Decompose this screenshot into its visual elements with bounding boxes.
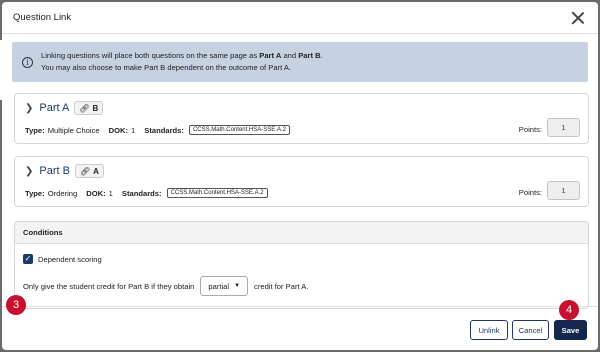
part-a-meta: Type: Multiple Choice DOK: 1 Standards: … (25, 125, 290, 135)
dok-value: 1 (108, 188, 113, 198)
points-label: Points: (518, 125, 542, 134)
standards-label: Standards: (144, 125, 184, 135)
type-value: Ordering (47, 188, 78, 198)
info-and: and (281, 51, 299, 60)
info-line-1: Linking questions will place both questi… (41, 50, 323, 62)
credit-select[interactable]: partial ▼ (200, 276, 249, 296)
question-link-modal: Question Link i Linking questions will p… (2, 2, 598, 350)
credit-sentence-post: credit for Part A. (254, 281, 309, 291)
step-4-badge: 4 (559, 300, 579, 320)
standard-chip: CCSS.Math.Content.HSA-SSE.A.2 (188, 125, 290, 135)
step-3-badge: 3 (6, 295, 26, 315)
dok-label: DOK: (86, 188, 106, 198)
standards-label: Standards: (121, 188, 162, 198)
part-b-meta: Type: Ordering DOK: 1 Standards: CCSS.Ma… (25, 188, 268, 198)
part-a-link-chip: 🔗︎ B (74, 101, 104, 115)
points-input[interactable]: 1 (547, 181, 580, 200)
info-icon: i (22, 56, 33, 68)
type-value: Multiple Choice (47, 125, 100, 135)
part-b-link-chip: 🔗︎ A (74, 164, 104, 178)
info-line-1-text: Linking questions will place both questi… (41, 51, 260, 60)
type-label: Type: (25, 125, 45, 135)
part-a-header[interactable]: ❯ Part A 🔗︎ B (25, 101, 104, 115)
caret-down-icon: ▼ (234, 283, 241, 289)
info-part-a: Part A (259, 51, 282, 60)
part-b-header[interactable]: ❯ Part B 🔗︎ A (25, 164, 104, 178)
info-part-b: Part B (298, 51, 321, 60)
part-b-title: Part B (39, 165, 70, 177)
info-line-2: You may also choose to make Part B depen… (41, 63, 292, 72)
points-input[interactable]: 1 (547, 118, 580, 137)
credit-condition: Only give the student credit for Part B … (23, 276, 308, 296)
dok-label: DOK: (108, 125, 129, 135)
part-a-link-target: B (92, 103, 99, 113)
chevron-right-icon[interactable]: ❯ (25, 166, 33, 177)
close-icon[interactable] (571, 11, 585, 25)
standard-chip: CCSS.Math.Content.HSA-SSE.A.2 (166, 188, 268, 198)
part-b-link-target: A (93, 166, 99, 176)
modal-body: i Linking questions will place both ques… (2, 35, 598, 315)
modal-title: Question Link (13, 12, 72, 23)
conditions-title: Conditions (15, 222, 588, 244)
modal-footer: Unlink Cancel Save (2, 306, 598, 350)
link-icon: 🔗︎ (79, 103, 90, 113)
credit-select-value: partial (208, 281, 230, 291)
link-icon: 🔗︎ (79, 166, 91, 176)
dependent-scoring-row[interactable]: ✓ Dependent scoring (23, 254, 102, 264)
type-label: Type: (25, 188, 45, 198)
modal-header: Question Link (2, 2, 598, 34)
chevron-right-icon[interactable]: ❯ (25, 103, 33, 114)
part-a-title: Part A (39, 102, 70, 114)
dependent-scoring-label: Dependent scoring (38, 254, 102, 264)
points-label: Points: (518, 188, 542, 197)
info-text: Linking questions will place both questi… (41, 50, 323, 74)
part-a-card: ❯ Part A 🔗︎ B Type: Multiple Choice DOK:… (14, 93, 589, 144)
save-button[interactable]: Save (554, 320, 587, 340)
unlink-button[interactable]: Unlink (470, 320, 508, 340)
info-period: . (320, 51, 323, 60)
cancel-button[interactable]: Cancel (512, 320, 549, 340)
dependent-scoring-checkbox[interactable]: ✓ (23, 254, 33, 264)
dok-value: 1 (131, 125, 136, 135)
credit-sentence-pre: Only give the student credit for Part B … (23, 281, 195, 291)
part-b-card: ❯ Part B 🔗︎ A Type: Ordering DOK: 1 Stan… (14, 156, 589, 207)
conditions-panel: Conditions ✓ Dependent scoring Only give… (14, 221, 589, 309)
info-banner: i Linking questions will place both ques… (12, 42, 588, 82)
